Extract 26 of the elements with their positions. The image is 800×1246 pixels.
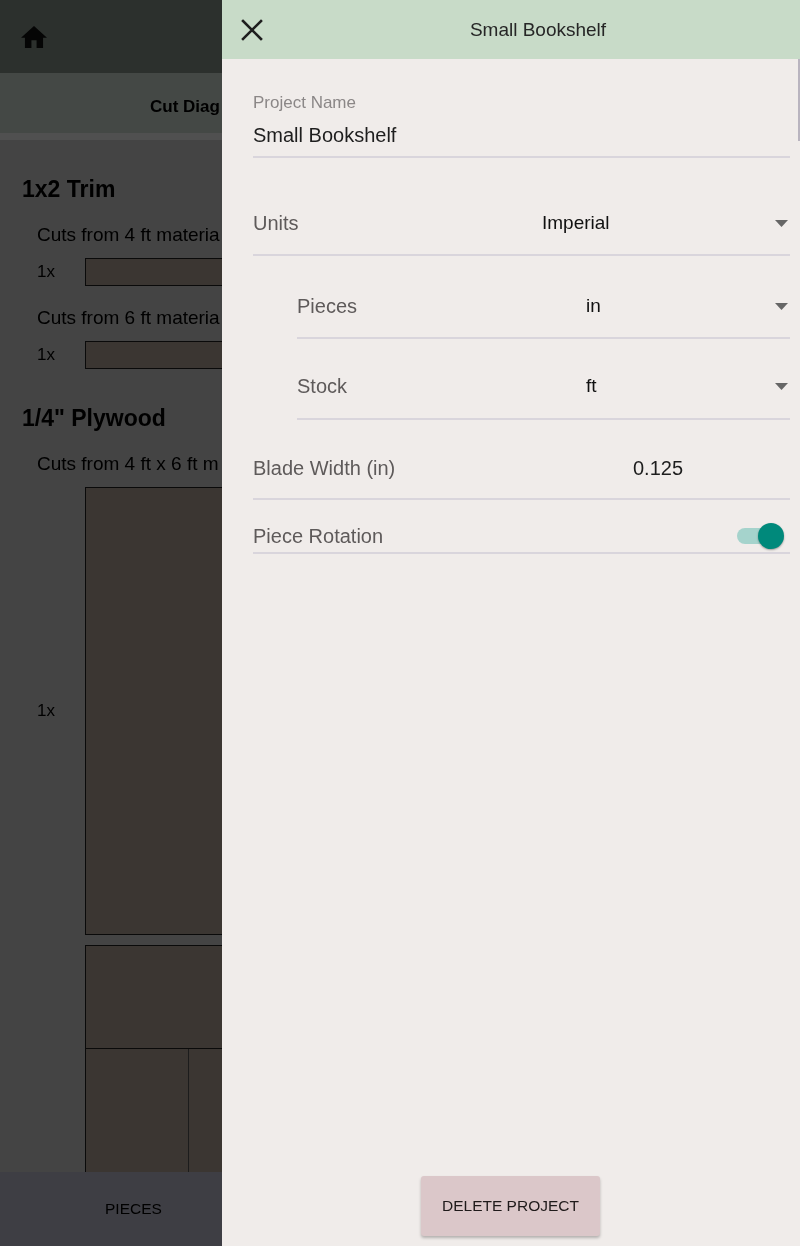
delete-project-button[interactable]: DELETE PROJECT [421,1176,600,1236]
number-input[interactable]: 0.125 [633,455,790,481]
drawer-title: Small Bookshelf [469,17,607,42]
text-input[interactable]: Small Bookshelf [253,122,790,148]
field-label: Project Name [253,93,356,113]
caption: Cuts from 4 ft x 6 ft m [37,452,219,476]
dropdown[interactable]: in [586,293,790,319]
field-label: Stock [297,374,348,399]
close-icon [241,18,263,41]
dropdown-arrow-icon [775,382,788,390]
field-label: Pieces [297,294,358,319]
field-label: Piece Rotation [253,524,384,549]
quantity-label: 1x [37,262,55,282]
field-label: Blade Width (in) [253,456,396,481]
caption: Cuts from 6 ft materia [37,306,220,330]
dropdown-arrow-icon [775,219,788,227]
quantity-label: 1x [37,701,55,721]
toggle-switch[interactable] [737,522,785,550]
dropdown-arrow-icon [775,302,788,310]
section-heading: 1x2 Trim [22,175,116,203]
field-label: Units [253,211,299,236]
dropdown[interactable]: Imperial [542,210,790,236]
section-heading: 1/4" Plywood [22,404,166,432]
caption: Cuts from 4 ft materia [37,223,220,247]
quantity-label: 1x [37,345,55,365]
dropdown[interactable]: ft [586,373,790,399]
